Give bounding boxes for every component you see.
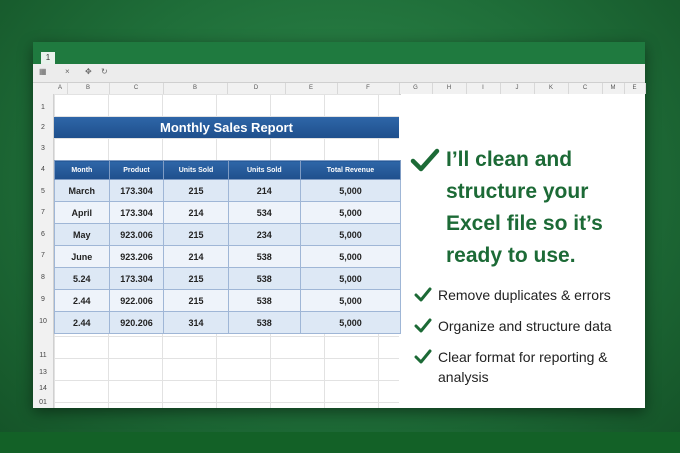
sales-table: Month Product Units Sold Units Sold Tota… <box>54 160 402 334</box>
column-title[interactable]: Product <box>108 160 165 180</box>
table-cell[interactable]: 215 <box>163 289 229 312</box>
check-icon <box>414 287 432 302</box>
table-cell[interactable]: 2.44 <box>54 311 110 334</box>
table-row: March 173.304 215 214 5,000 <box>54 179 402 202</box>
sheet-tab-number[interactable]: 1 <box>41 52 55 64</box>
column-header[interactable]: E <box>624 83 646 94</box>
column-header[interactable]: H <box>432 83 467 94</box>
table-cell[interactable]: 215 <box>163 179 229 202</box>
table-cell[interactable]: March <box>54 179 110 202</box>
table-cell[interactable]: 214 <box>163 201 229 224</box>
row-header[interactable]: 2 <box>33 124 53 131</box>
table-cell[interactable]: 173.304 <box>108 179 165 202</box>
column-header[interactable]: D <box>227 83 286 94</box>
report-title[interactable]: Monthly Sales Report <box>54 117 399 138</box>
table-row: 2.44 922.006 215 538 5,000 <box>54 289 402 312</box>
column-header[interactable]: M <box>602 83 625 94</box>
column-title[interactable]: Units Sold <box>163 160 229 180</box>
table-cell[interactable]: 5.24 <box>54 267 110 290</box>
table-cell[interactable]: 314 <box>163 311 229 334</box>
table-cell[interactable]: 215 <box>163 223 229 246</box>
table-cell[interactable]: 234 <box>227 223 301 246</box>
table-cell[interactable]: 214 <box>227 179 301 202</box>
row-header[interactable]: 10 <box>33 318 53 325</box>
move-icon[interactable]: ✥ <box>85 67 92 76</box>
row-header[interactable]: 01 <box>33 399 53 406</box>
column-header[interactable]: B <box>163 83 228 94</box>
table-cell[interactable]: 5,000 <box>299 267 402 290</box>
table-cell[interactable]: 5,000 <box>299 223 402 246</box>
bottom-bar <box>0 432 680 453</box>
table-cell[interactable]: June <box>54 245 110 268</box>
table-cell[interactable]: 5,000 <box>299 201 402 224</box>
table-cell[interactable]: 923.006 <box>108 223 165 246</box>
row-header[interactable]: 7 <box>33 209 53 216</box>
check-icon <box>414 318 432 333</box>
column-title[interactable]: Units Sold <box>227 160 301 180</box>
column-header[interactable]: G <box>399 83 433 94</box>
table-row: May 923.006 215 234 5,000 <box>54 223 402 246</box>
table-cell[interactable]: 922.006 <box>108 289 165 312</box>
table-cell[interactable]: 5,000 <box>299 245 402 268</box>
table-cell[interactable]: 5,000 <box>299 289 402 312</box>
row-header[interactable]: 3 <box>33 145 53 152</box>
column-header[interactable]: B <box>67 83 110 94</box>
column-header[interactable]: C <box>109 83 164 94</box>
table-cell[interactable]: April <box>54 201 110 224</box>
bullet-text: Remove duplicates & errors <box>438 287 611 303</box>
column-header[interactable]: E <box>285 83 338 94</box>
table-cell[interactable]: 214 <box>163 245 229 268</box>
table-cell[interactable]: 173.304 <box>108 201 165 224</box>
column-header[interactable]: K <box>534 83 569 94</box>
table-cell[interactable]: 215 <box>163 267 229 290</box>
large-check-icon <box>410 148 440 172</box>
row-header[interactable]: 9 <box>33 296 53 303</box>
table-cell[interactable]: 173.304 <box>108 267 165 290</box>
row-header[interactable]: 13 <box>33 369 53 376</box>
table-cell[interactable]: 2.44 <box>54 289 110 312</box>
promo-headline: I’ll clean and structure your Excel file… <box>446 148 603 267</box>
toolbar: ▦ × ✥ ↻ <box>33 64 645 83</box>
bullet-text: Organize and structure data <box>438 318 612 334</box>
row-header[interactable]: 1 <box>33 104 53 111</box>
column-header[interactable]: C <box>568 83 603 94</box>
table-row: April 173.304 214 534 5,000 <box>54 201 402 224</box>
table-cell[interactable]: May <box>54 223 110 246</box>
table-cell[interactable]: 534 <box>227 201 301 224</box>
check-icon <box>414 349 432 364</box>
table-cell[interactable]: 5,000 <box>299 311 402 334</box>
row-header[interactable]: 5 <box>33 188 53 195</box>
close-icon[interactable]: × <box>65 67 70 76</box>
title-bar: 1 <box>33 42 645 64</box>
bullet-text: Clear format for reporting & analysis <box>438 349 608 385</box>
column-title[interactable]: Month <box>54 160 110 180</box>
column-header[interactable]: F <box>337 83 400 94</box>
table-row: June 923.206 214 538 5,000 <box>54 245 402 268</box>
column-title[interactable]: Total Revenue <box>299 160 402 180</box>
table-row: 2.44 920.206 314 538 5,000 <box>54 311 402 334</box>
column-header[interactable]: I <box>466 83 501 94</box>
column-header[interactable]: J <box>500 83 535 94</box>
table-cell[interactable]: 538 <box>227 245 301 268</box>
row-header-bar: 1 2 3 4 5 7 6 7 8 9 10 11 13 14 01 <box>33 94 54 408</box>
column-header[interactable]: A <box>53 83 68 94</box>
row-header[interactable]: 4 <box>33 166 53 173</box>
table-cell[interactable]: 538 <box>227 289 301 312</box>
table-row: 5.24 173.304 215 538 5,000 <box>54 267 402 290</box>
table-cell[interactable]: 538 <box>227 311 301 334</box>
table-cell[interactable]: 923.206 <box>108 245 165 268</box>
refresh-icon[interactable]: ↻ <box>101 67 108 76</box>
row-header[interactable]: 6 <box>33 231 53 238</box>
row-header[interactable]: 11 <box>33 352 53 359</box>
table-cell[interactable]: 920.206 <box>108 311 165 334</box>
row-header[interactable]: 8 <box>33 274 53 281</box>
table-cell[interactable]: 538 <box>227 267 301 290</box>
table-header-row: Month Product Units Sold Units Sold Tota… <box>54 160 402 180</box>
row-header[interactable]: 14 <box>33 385 53 392</box>
grid-icon[interactable]: ▦ <box>39 67 47 76</box>
row-header[interactable]: 7 <box>33 252 53 259</box>
table-cell[interactable]: 5,000 <box>299 179 402 202</box>
